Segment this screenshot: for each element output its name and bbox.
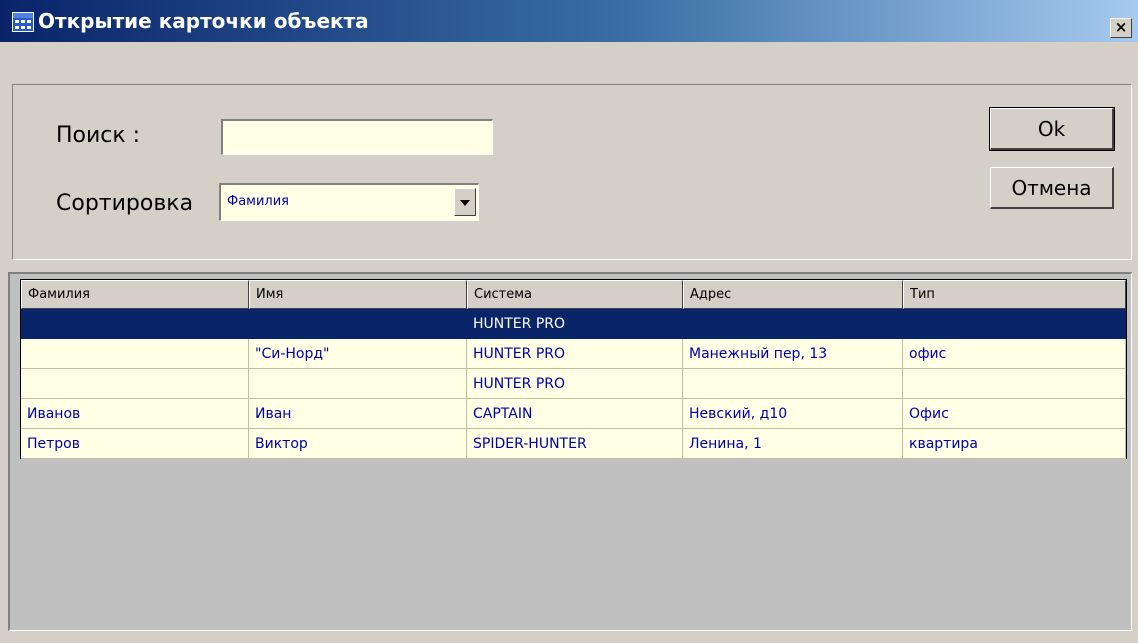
cell-system: HUNTER PRO: [467, 339, 683, 369]
column-header-surname[interactable]: Фамилия: [21, 280, 249, 309]
cell-name: [249, 309, 467, 339]
cell-surname: Петров: [21, 429, 249, 459]
column-header-system[interactable]: Система: [467, 280, 683, 309]
column-header-address[interactable]: Адрес: [683, 280, 903, 309]
cell-surname: [21, 309, 249, 339]
sort-dropdown-button[interactable]: [454, 188, 476, 216]
cell-system: CAPTAIN: [467, 399, 683, 429]
cell-name: Виктор: [249, 429, 467, 459]
cell-system: SPIDER-HUNTER: [467, 429, 683, 459]
cell-name: [249, 369, 467, 399]
cell-type: квартира: [903, 429, 1126, 459]
cell-name: Иван: [249, 399, 467, 429]
table-row[interactable]: Иванов Иван CAPTAIN Невский, д10 Офис: [21, 399, 1126, 429]
window-title: Открытие карточки объекта: [38, 9, 369, 33]
cell-surname: [21, 339, 249, 369]
cell-surname: [21, 369, 249, 399]
calculator-icon: [12, 12, 34, 32]
chevron-down-icon: [460, 200, 470, 206]
cell-system: HUNTER PRO: [467, 309, 683, 339]
table-row[interactable]: HUNTER PRO: [21, 369, 1126, 399]
cell-type: офис: [903, 339, 1126, 369]
cell-address: Манежный пер, 13: [683, 339, 903, 369]
results-table: Фамилия Имя Система Адрес Тип HUNTER PRO…: [20, 279, 1127, 459]
title-bar[interactable]: Открытие карточки объекта ×: [0, 0, 1138, 42]
cell-address: [683, 309, 903, 339]
cell-system: HUNTER PRO: [467, 369, 683, 399]
column-header-name[interactable]: Имя: [249, 280, 467, 309]
table-row[interactable]: HUNTER PRO: [21, 309, 1126, 339]
cell-name: "Си-Норд": [249, 339, 467, 369]
cell-address: Ленина, 1: [683, 429, 903, 459]
column-header-type[interactable]: Тип: [903, 280, 1126, 309]
search-panel: [12, 84, 1132, 260]
table-row[interactable]: Петров Виктор SPIDER-HUNTER Ленина, 1 кв…: [21, 429, 1126, 459]
sort-label: Сортировка: [56, 191, 194, 216]
cancel-button[interactable]: Отмена: [990, 167, 1114, 209]
table-header: Фамилия Имя Система Адрес Тип: [21, 280, 1126, 309]
cell-type: Офис: [903, 399, 1126, 429]
sort-selected-value: Фамилия: [227, 194, 289, 209]
search-input[interactable]: [221, 119, 493, 155]
ok-button[interactable]: Ok: [990, 108, 1114, 150]
cell-type: [903, 309, 1126, 339]
search-label: Поиск :: [56, 123, 141, 148]
cell-type: [903, 369, 1126, 399]
close-button[interactable]: ×: [1110, 18, 1132, 38]
cell-surname: Иванов: [21, 399, 249, 429]
sort-select[interactable]: Фамилия: [219, 183, 479, 221]
cell-address: [683, 369, 903, 399]
table-row[interactable]: "Си-Норд" HUNTER PRO Манежный пер, 13 оф…: [21, 339, 1126, 369]
cell-address: Невский, д10: [683, 399, 903, 429]
dialog-window: Открытие карточки объекта × Поиск : Сорт…: [0, 0, 1138, 643]
